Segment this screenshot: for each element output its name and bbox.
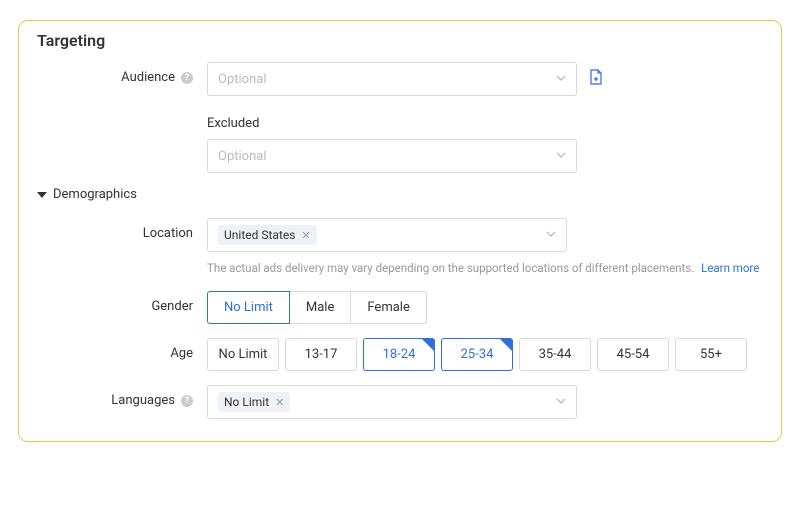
location-select[interactable]: United States ✕ <box>207 218 567 252</box>
chevron-down-icon <box>546 228 556 243</box>
excluded-placeholder: Optional <box>218 149 266 164</box>
age-label: Age <box>37 338 207 361</box>
help-icon[interactable]: ? <box>181 395 193 407</box>
demographics-toggle[interactable]: Demographics <box>37 187 763 202</box>
age-option[interactable]: 13-17 <box>285 338 357 371</box>
location-tag: United States ✕ <box>218 225 317 245</box>
chevron-down-icon <box>556 72 566 87</box>
location-label: Location <box>37 218 207 241</box>
age-group: No Limit13-1718-2425-3435-4445-5455+ <box>207 338 763 371</box>
gender-label: Gender <box>37 291 207 314</box>
new-audience-button[interactable] <box>589 62 603 89</box>
age-option[interactable]: 18-24 <box>363 338 435 371</box>
chevron-down-icon <box>556 395 566 410</box>
location-note: The actual ads delivery may vary dependi… <box>207 260 763 277</box>
age-option[interactable]: 25-34 <box>441 338 513 371</box>
audience-select[interactable]: Optional <box>207 62 577 96</box>
audience-label: Audience ? <box>37 62 207 85</box>
gender-group: No LimitMaleFemale <box>207 291 577 324</box>
age-option[interactable]: No Limit <box>207 338 279 371</box>
gender-option[interactable]: Female <box>351 291 426 324</box>
help-icon[interactable]: ? <box>181 72 193 84</box>
languages-select[interactable]: No Limit ✕ <box>207 385 577 419</box>
targeting-panel: Targeting Audience ? Optional Exc <box>18 20 782 442</box>
panel-title: Targeting <box>37 31 763 50</box>
age-option[interactable]: 45-54 <box>597 338 669 371</box>
languages-tag: No Limit ✕ <box>218 392 290 412</box>
audience-placeholder: Optional <box>218 72 266 87</box>
caret-down-icon <box>37 192 47 198</box>
remove-tag-icon[interactable]: ✕ <box>301 229 310 242</box>
learn-more-link[interactable]: Learn more <box>701 261 759 275</box>
languages-label: Languages ? <box>37 385 207 408</box>
gender-option[interactable]: No Limit <box>207 291 290 324</box>
age-option[interactable]: 35-44 <box>519 338 591 371</box>
excluded-select[interactable]: Optional <box>207 139 577 173</box>
chevron-down-icon <box>556 149 566 164</box>
remove-tag-icon[interactable]: ✕ <box>275 396 284 409</box>
excluded-label: Excluded <box>207 116 577 131</box>
gender-option[interactable]: Male <box>290 291 351 324</box>
age-option[interactable]: 55+ <box>675 338 747 371</box>
